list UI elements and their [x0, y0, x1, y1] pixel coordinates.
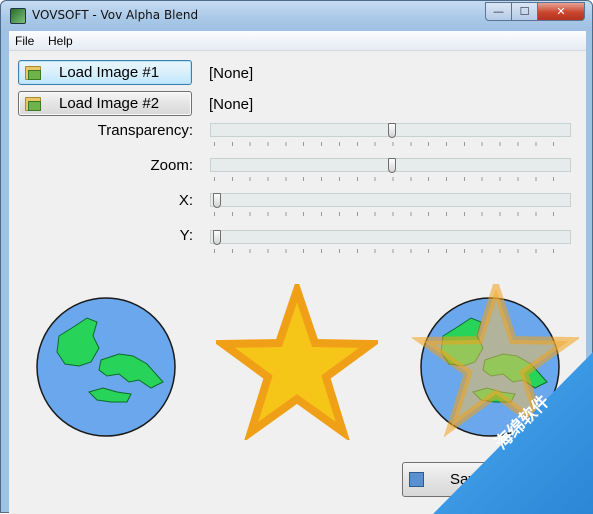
zoom-slider[interactable]	[210, 158, 571, 173]
x-label: X:	[178, 192, 193, 209]
image-1-path: [None]	[209, 65, 254, 82]
load-image-1-label: Load Image #1	[59, 64, 160, 81]
y-ticks	[214, 249, 571, 253]
zoom-slider-thumb[interactable]	[387, 158, 396, 173]
y-slider[interactable]	[210, 230, 571, 245]
transparency-ticks	[214, 142, 571, 146]
x-ticks	[214, 212, 571, 216]
image-2-path: [None]	[209, 96, 254, 113]
minimize-button[interactable]: —	[485, 2, 512, 21]
transparency-slider[interactable]	[210, 123, 571, 138]
image-2-preview	[216, 284, 378, 440]
menu-bar: File Help	[9, 31, 586, 51]
load-image-1-button[interactable]: Load Image #1	[18, 60, 192, 85]
transparency-slider-thumb[interactable]	[387, 123, 396, 138]
load-image-2-label: Load Image #2	[59, 95, 160, 112]
menu-file[interactable]: File	[15, 34, 34, 48]
window-title: VOVSOFT - Vov Alpha Blend	[32, 8, 199, 22]
zoom-label: Zoom:	[150, 157, 193, 174]
zoom-ticks	[214, 177, 571, 181]
app-window: VOVSOFT - Vov Alpha Blend — ☐ ✕ File Hel…	[0, 0, 593, 514]
save-icon	[409, 472, 424, 487]
x-slider[interactable]	[210, 193, 571, 208]
load-image-2-button[interactable]: Load Image #2	[18, 91, 192, 116]
x-slider-thumb[interactable]	[213, 193, 221, 208]
menu-help[interactable]: Help	[48, 34, 73, 48]
maximize-button[interactable]: ☐	[511, 2, 538, 21]
title-bar[interactable]: VOVSOFT - Vov Alpha Blend — ☐ ✕	[1, 1, 592, 31]
y-slider-thumb[interactable]	[213, 230, 221, 245]
folder-image-icon	[25, 66, 41, 80]
folder-image-icon	[25, 97, 41, 111]
star-shape	[216, 284, 378, 440]
close-button[interactable]: ✕	[537, 2, 585, 21]
app-icon	[10, 8, 26, 24]
y-label: Y:	[179, 227, 193, 244]
transparency-label: Transparency:	[97, 122, 193, 139]
image-1-preview	[36, 297, 176, 437]
